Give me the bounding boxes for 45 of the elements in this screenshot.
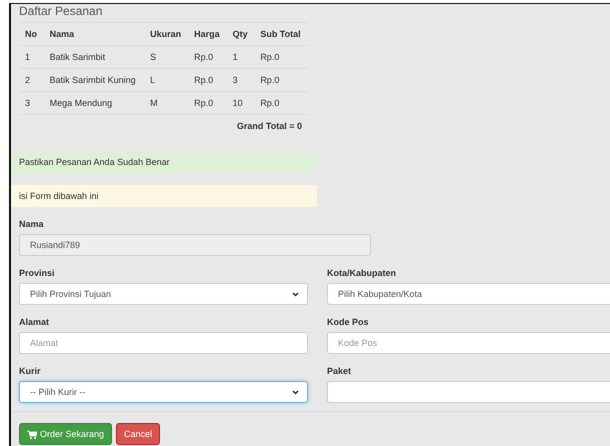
column-header: Nama (44, 22, 144, 46)
field-label: Kode Pos (327, 317, 370, 327)
warning-alert: isi Form dibawah ini (11, 185, 317, 207)
table-cell: Rp.0 (254, 92, 308, 114)
cancel-button[interactable]: Cancel (116, 423, 160, 445)
cart-icon (27, 430, 37, 438)
column-header: Qty (226, 22, 254, 46)
chevron-down-icon (292, 390, 299, 394)
table-cell: Rp.0 (254, 68, 308, 92)
field-label: Provinsi (19, 268, 56, 278)
field-label: Alamat (19, 317, 50, 327)
table-cell: 10 (226, 92, 254, 114)
section-title: Daftar Pesanan (19, 4, 104, 20)
table-cell: S (144, 46, 188, 68)
table-cell: M (144, 92, 188, 114)
field-label: Kota/Kabupaten (327, 268, 398, 278)
column-header: Sub Total (254, 22, 308, 46)
field-label: Kurir (19, 366, 42, 376)
field-label: Nama (19, 219, 45, 229)
table-cell: 1 (226, 46, 254, 68)
order-button[interactable]: Order Sekarang (19, 423, 112, 445)
table-cell: 3 (226, 68, 254, 92)
table-cell: Mega Mendung (44, 92, 144, 114)
chevron-down-icon (292, 292, 299, 296)
table-cell: Batik Sarimbit Kuning (44, 68, 144, 92)
table-cell: 2 (19, 68, 44, 92)
table-cell: Rp.0 (188, 68, 227, 92)
table-cell: Rp.0 (254, 46, 308, 68)
select-field[interactable]: -- Pilih Kurir -- (19, 381, 308, 403)
table-cell: Rp.0 (188, 46, 227, 68)
field-label: Paket (327, 366, 352, 376)
name-field[interactable]: Rusiandi789 (19, 234, 371, 256)
grand-total: Grand Total = 0 (236, 121, 302, 131)
column-header: No (19, 22, 44, 46)
column-header: Harga (188, 22, 227, 46)
table-cell: Rp.0 (188, 92, 227, 114)
select-field[interactable]: Pilih Provinsi Tujuan (19, 283, 308, 305)
column-header: Ukuran (144, 22, 188, 46)
table-cell: L (144, 68, 188, 92)
table-cell: Batik Sarimbit (44, 46, 144, 68)
table-cell: 1 (19, 46, 44, 68)
select-field[interactable]: Pilih Kabupaten/Kota (327, 283, 610, 305)
table-cell: 3 (19, 92, 44, 114)
select-field[interactable] (327, 381, 610, 403)
success-alert: Pastikan Pesanan Anda Sudah Benar (11, 151, 317, 173)
